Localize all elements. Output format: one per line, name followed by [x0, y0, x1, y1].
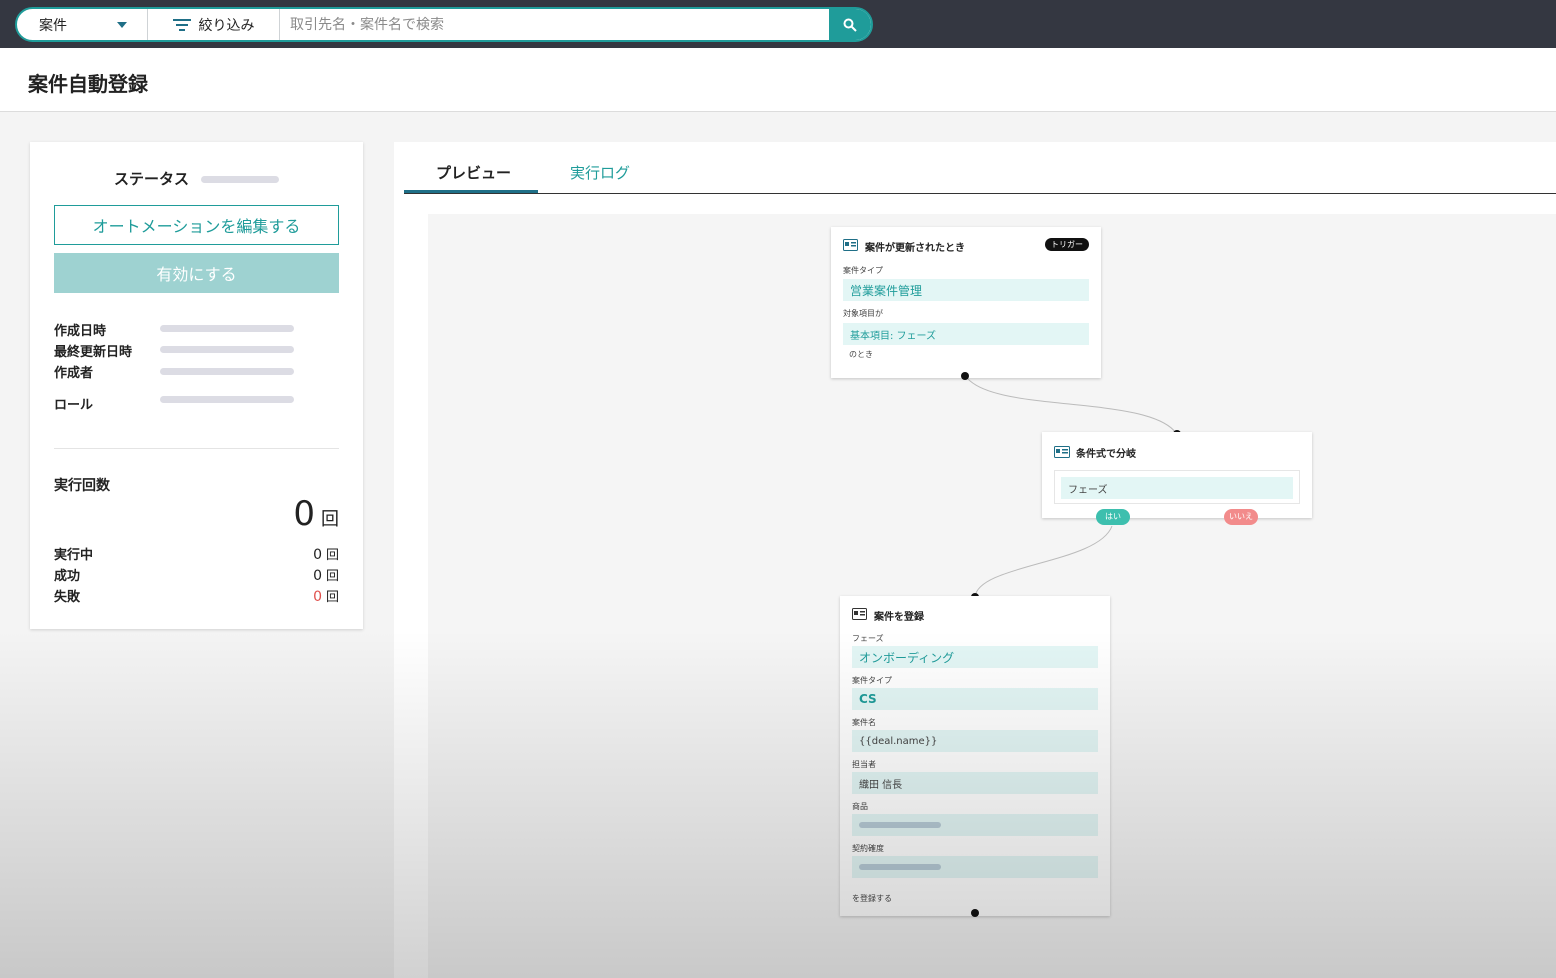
action-field-value: 織田 信長 — [852, 772, 1098, 794]
action-field-label: 案件名 — [852, 718, 876, 727]
run-count-title: 実行回数 — [54, 478, 110, 494]
action-title: 案件を登録 — [874, 612, 924, 623]
branch-no-pill[interactable]: いいえ — [1224, 509, 1258, 525]
automation-status-card: ステータス オートメーションを編集する 有効にする 作成日時 最終更新日時 作成… — [30, 142, 363, 629]
action-field-value: CS — [852, 688, 1098, 710]
author-value-placeholder — [160, 368, 294, 375]
chevron-down-icon — [117, 22, 127, 28]
status-value-placeholder — [201, 176, 279, 183]
run-count-total: 0回 — [293, 494, 339, 534]
record-card-icon — [852, 608, 867, 620]
global-search-bar: 案件 絞り込み — [15, 7, 873, 42]
edge-trigger-to-branch — [964, 374, 1177, 434]
trigger-node[interactable]: 案件が更新されたとき トリガー 案件タイプ 営業案件管理 対象項目が 基本項目:… — [831, 227, 1101, 378]
tab-preview[interactable]: プレビュー — [436, 162, 511, 183]
trigger-suffix: のとき — [849, 350, 873, 359]
status-label: ステータス — [113, 170, 189, 188]
edge-branch-to-action — [974, 525, 1113, 598]
action-field-value: {{deal.name}} — [852, 730, 1098, 752]
role-value-placeholder — [160, 396, 294, 403]
running-count: 0回 — [313, 544, 339, 563]
action-output-port[interactable] — [971, 909, 979, 917]
action-field-label: 案件タイプ — [852, 676, 892, 685]
failed-count-value: 0 — [313, 589, 322, 605]
top-bar: 案件 絞り込み — [0, 0, 1556, 48]
trigger-target-value: 基本項目: フェーズ — [843, 323, 1089, 345]
success-label: 成功 — [54, 569, 81, 584]
branch-node[interactable]: 条件式で分岐 フェーズ — [1042, 432, 1312, 518]
value-placeholder-bar — [859, 822, 941, 828]
role-label: ロール — [54, 398, 94, 413]
success-count-unit: 回 — [325, 569, 339, 584]
divider — [54, 448, 339, 449]
action-node[interactable]: 案件を登録 フェーズ オンボーディング 案件タイプ CS 案件名 {{deal.… — [840, 596, 1110, 916]
search-button[interactable] — [829, 9, 871, 40]
tab-execution-log[interactable]: 実行ログ — [570, 162, 630, 183]
action-field-value-placeholder — [852, 814, 1098, 836]
page-title: 案件自動登録 — [28, 72, 148, 96]
tabs-divider — [404, 193, 1556, 194]
author-label: 作成者 — [54, 366, 94, 381]
status-row: ステータス — [30, 168, 363, 189]
trigger-badge: トリガー — [1045, 238, 1089, 251]
trigger-output-port[interactable] — [961, 372, 969, 380]
created-at-value-placeholder — [160, 325, 294, 332]
updated-at-value-placeholder — [160, 346, 294, 353]
flow-canvas[interactable]: 案件が更新されたとき トリガー 案件タイプ 営業案件管理 対象項目が 基本項目:… — [428, 214, 1556, 978]
branch-title: 条件式で分岐 — [1076, 449, 1136, 460]
action-field-value: オンボーディング — [852, 646, 1098, 668]
search-input[interactable] — [280, 9, 829, 40]
success-count-value: 0 — [313, 568, 322, 584]
trigger-title: 案件が更新されたとき — [865, 243, 965, 254]
action-field-label: 担当者 — [852, 760, 876, 769]
record-card-icon — [1054, 446, 1070, 458]
value-placeholder-bar — [859, 864, 941, 870]
trigger-type-label: 案件タイプ — [843, 266, 883, 275]
search-scope-label: 案件 — [39, 17, 67, 34]
running-count-value: 0 — [313, 547, 322, 563]
branch-yes-pill[interactable]: はい — [1096, 509, 1130, 525]
branch-condition-value: フェーズ — [1061, 477, 1293, 499]
filter-icon — [172, 18, 191, 31]
action-field-label: フェーズ — [852, 634, 884, 643]
trigger-type-value: 営業案件管理 — [843, 279, 1089, 301]
running-count-unit: 回 — [325, 548, 339, 563]
created-at-label: 作成日時 — [54, 324, 107, 339]
action-field-label: 商品 — [852, 802, 868, 811]
enable-button[interactable]: 有効にする — [54, 253, 339, 293]
search-icon — [843, 18, 857, 32]
trigger-target-label: 対象項目が — [843, 309, 883, 318]
action-suffix: を登録する — [852, 894, 892, 903]
run-count-unit: 回 — [321, 509, 339, 530]
action-field-label: 契約確度 — [852, 844, 884, 853]
running-label: 実行中 — [54, 548, 94, 563]
filter-button[interactable]: 絞り込み — [148, 9, 280, 40]
failed-label: 失敗 — [54, 590, 81, 605]
run-count-total-value: 0 — [293, 494, 315, 534]
failed-count-unit: 回 — [325, 590, 339, 605]
action-field-value-placeholder — [852, 856, 1098, 878]
filter-label: 絞り込み — [198, 17, 255, 34]
page-header: 案件自動登録 — [0, 48, 1556, 112]
record-card-icon — [843, 239, 858, 251]
edit-automation-button[interactable]: オートメーションを編集する — [54, 205, 339, 245]
failed-count: 0回 — [313, 586, 339, 605]
branch-condition-box: フェーズ — [1054, 470, 1300, 504]
updated-at-label: 最終更新日時 — [54, 345, 133, 360]
success-count: 0回 — [313, 565, 339, 584]
search-scope-select[interactable]: 案件 — [17, 9, 148, 40]
